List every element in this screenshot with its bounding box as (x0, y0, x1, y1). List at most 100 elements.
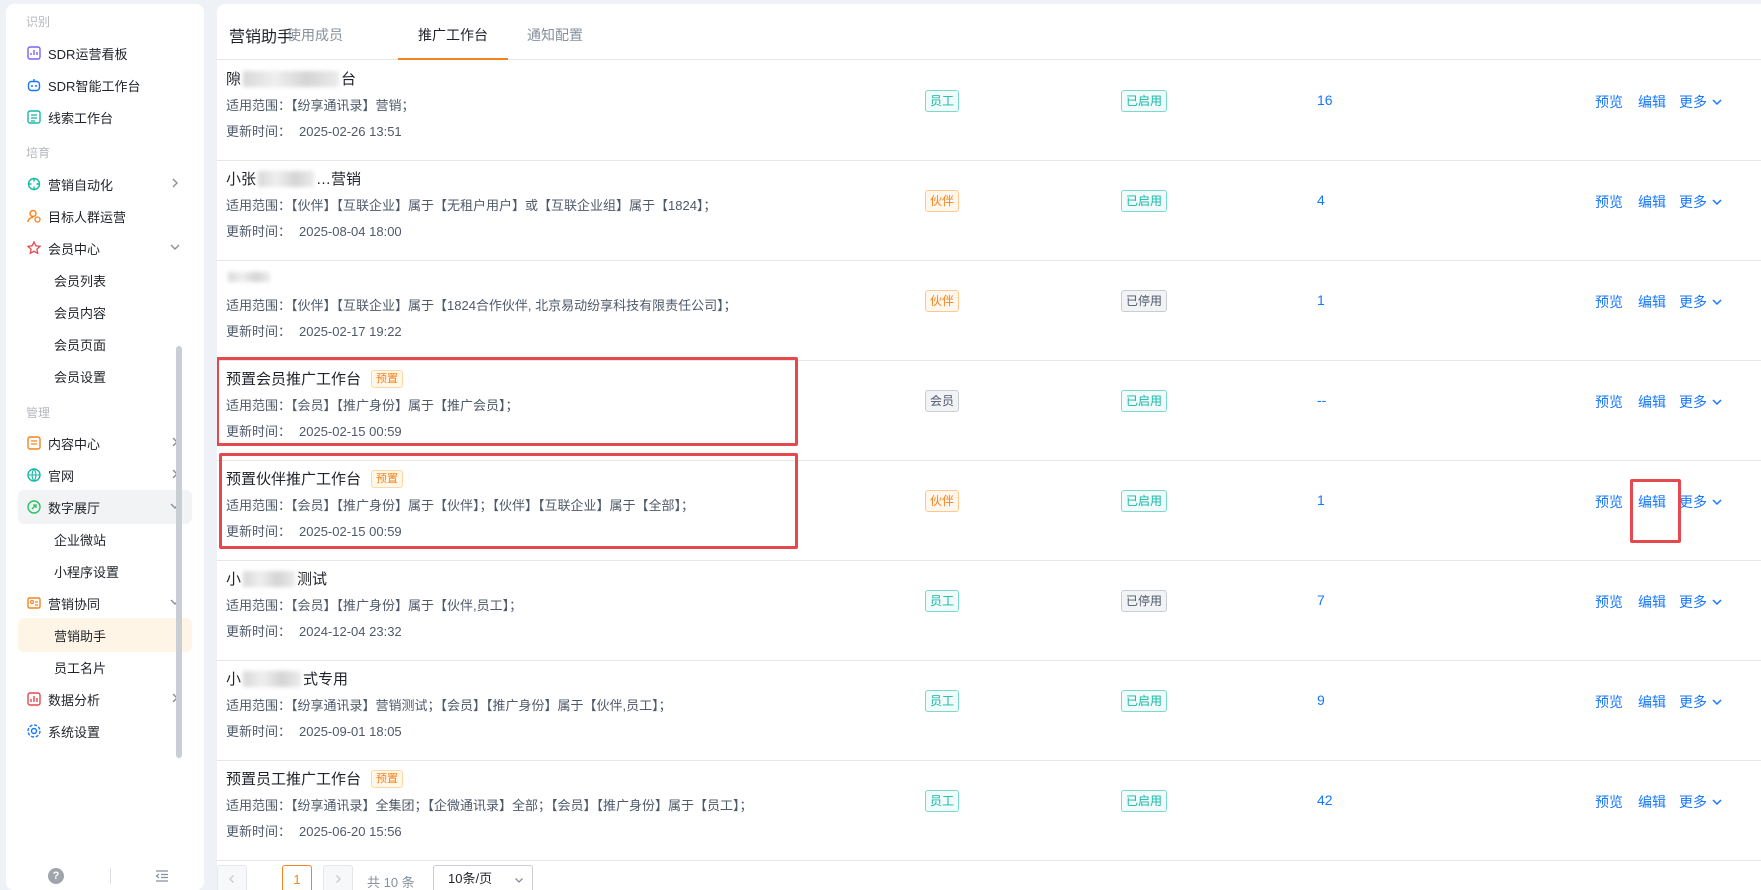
edit-button[interactable]: 编辑 (1638, 492, 1666, 512)
sidebar-item-member-page[interactable]: 会员页面 (18, 327, 192, 361)
collapse-menu-icon[interactable] (154, 868, 170, 884)
redacted-text (243, 570, 296, 587)
sidebar-label: SDR智能工作台 (48, 78, 141, 94)
preview-button[interactable]: 预览 (1595, 592, 1623, 612)
tab-notification-config[interactable]: 通知配置 (527, 25, 583, 45)
more-button[interactable]: 更多 (1679, 192, 1723, 212)
chevron-right-icon (336, 875, 341, 883)
row-scope: 适用范围：【纷享通讯录】营销； (226, 98, 415, 113)
redacted-text (258, 170, 315, 187)
edit-button[interactable]: 编辑 (1638, 592, 1666, 612)
preview-button[interactable]: 预览 (1595, 192, 1623, 212)
sidebar-item-marketing-automation[interactable]: 营销自动化 (18, 167, 192, 201)
more-label: 更多 (1679, 494, 1707, 510)
role-badge: 伙伴 (925, 190, 960, 212)
sidebar-item-content-center[interactable]: 内容中心 (18, 426, 192, 460)
hall-icon (26, 499, 42, 515)
prev-page-button[interactable] (217, 865, 247, 890)
more-button[interactable]: 更多 (1679, 92, 1723, 112)
edit-button[interactable]: 编辑 (1638, 292, 1666, 312)
row-title-text: 预置会员推广工作台 (226, 371, 362, 388)
tab-bar: 营销助手 使用成员 推广工作台 通知配置 (217, 4, 1761, 60)
next-page-button[interactable] (323, 865, 353, 890)
more-button[interactable]: 更多 (1679, 292, 1723, 312)
row-updated: 更新时间： 2025-02-17 19:22 (226, 324, 402, 339)
status-badge: 已启用 (1121, 390, 1168, 412)
sidebar-item-employee-card[interactable]: 员工名片 (18, 650, 192, 684)
edit-button[interactable]: 编辑 (1638, 192, 1666, 212)
row-title[interactable]: 小 式专用 (226, 668, 348, 689)
preview-button[interactable]: 预览 (1595, 692, 1623, 712)
content-icon (26, 435, 42, 451)
sidebar-item-data-analysis[interactable]: 数据分析 (18, 682, 192, 716)
sidebar-scrollbar[interactable] (176, 346, 182, 758)
more-label: 更多 (1679, 594, 1707, 610)
sidebar-item-system-settings[interactable]: 系统设置 (18, 714, 192, 748)
page-size-select[interactable]: 10条/页 (433, 865, 533, 890)
row-updated: 更新时间： 2025-08-04 18:00 (226, 224, 402, 239)
role-badge: 员工 (925, 90, 960, 112)
member-count-link[interactable]: 9 (1317, 692, 1325, 708)
member-count-link[interactable]: 7 (1317, 592, 1325, 608)
row-title[interactable]: 隙 台 (226, 68, 356, 89)
active-tab-indicator (398, 58, 508, 60)
edit-button[interactable]: 编辑 (1638, 692, 1666, 712)
sidebar-item-enterprise-microsite[interactable]: 企业微站 (18, 522, 192, 556)
row-title[interactable]: 预置员工推广工作台 预置 (226, 768, 404, 789)
sidebar-item-lead-workbench[interactable]: 线索工作台 (18, 100, 192, 134)
preview-button[interactable]: 预览 (1595, 392, 1623, 412)
member-count-link[interactable]: 42 (1317, 792, 1333, 808)
more-button[interactable]: 更多 (1679, 492, 1723, 512)
sidebar-footer: ? (6, 862, 204, 890)
row-title[interactable]: 预置伙伴推广工作台 预置 (226, 468, 404, 489)
sidebar-item-member-settings[interactable]: 会员设置 (18, 359, 192, 393)
row-title-suffix: 测试 (297, 571, 328, 588)
row-title[interactable]: 小张 …营销 (226, 168, 361, 189)
sidebar-item-marketing-collab[interactable]: 营销协同 (18, 586, 192, 620)
sidebar-item-member-list[interactable]: 会员列表 (18, 263, 192, 297)
sidebar-label: 内容中心 (48, 436, 101, 452)
sidebar-item-target-audience[interactable]: 目标人群运营 (18, 199, 192, 233)
row-title[interactable]: 预置会员推广工作台 预置 (226, 368, 404, 389)
more-button[interactable]: 更多 (1679, 392, 1723, 412)
chevron-down-icon (1712, 399, 1722, 406)
sidebar-item-sdr-dashboard[interactable]: SDR运营看板 (18, 36, 192, 70)
tab-promo-workbench[interactable]: 推广工作台 (418, 25, 488, 45)
tab-members[interactable]: 使用成员 (287, 25, 343, 45)
automation-icon (26, 176, 42, 192)
preview-button[interactable]: 预览 (1595, 292, 1623, 312)
sidebar-item-mini-program-settings[interactable]: 小程序设置 (18, 554, 192, 588)
chart-icon (26, 691, 42, 707)
role-badge: 伙伴 (925, 490, 960, 512)
row-title-prefix: 隙 (226, 71, 242, 88)
sidebar-item-official-site[interactable]: 官网 (18, 458, 192, 492)
redacted-text (243, 670, 302, 687)
more-button[interactable]: 更多 (1679, 792, 1723, 812)
row-title[interactable]: 小 测试 (226, 568, 327, 589)
preview-button[interactable]: 预览 (1595, 92, 1623, 112)
more-label: 更多 (1679, 94, 1707, 110)
row-title[interactable] (226, 268, 272, 282)
preview-button[interactable]: 预览 (1595, 492, 1623, 512)
collab-icon (26, 595, 42, 611)
more-button[interactable]: 更多 (1679, 592, 1723, 612)
sidebar-item-member-center[interactable]: 会员中心 (18, 231, 192, 265)
sidebar-item-member-content[interactable]: 会员内容 (18, 295, 192, 329)
member-count-link[interactable]: 1 (1317, 292, 1325, 308)
more-button[interactable]: 更多 (1679, 692, 1723, 712)
edit-button[interactable]: 编辑 (1638, 92, 1666, 112)
help-icon[interactable]: ? (48, 868, 64, 884)
edit-button[interactable]: 编辑 (1638, 392, 1666, 412)
row-title-suffix: …营销 (316, 171, 362, 188)
sidebar-item-sdr-workbench[interactable]: SDR智能工作台 (18, 68, 192, 102)
sidebar-item-marketing-assistant[interactable]: 营销助手 (18, 618, 192, 652)
page-number-button[interactable]: 1 (282, 865, 312, 890)
sidebar-item-digital-hall[interactable]: 数字展厅 (18, 490, 192, 524)
edit-button[interactable]: 编辑 (1638, 792, 1666, 812)
member-count-link[interactable]: 4 (1317, 192, 1325, 208)
total-count: 共 10 条 (367, 875, 415, 890)
member-count-link[interactable]: 16 (1317, 92, 1333, 108)
member-count-link[interactable]: -- (1317, 392, 1326, 408)
preview-button[interactable]: 预览 (1595, 792, 1623, 812)
member-count-link[interactable]: 1 (1317, 492, 1325, 508)
